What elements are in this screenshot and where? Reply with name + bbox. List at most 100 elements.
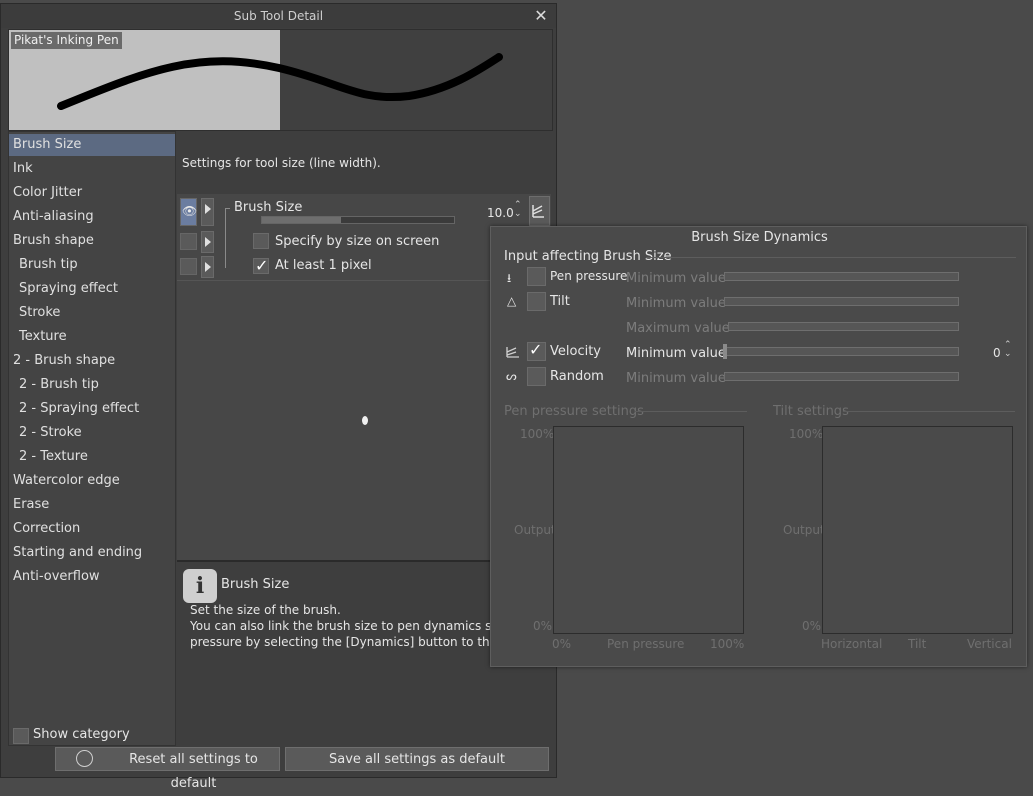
tilt-y-mid: Output: [783, 523, 825, 537]
category-item[interactable]: 2 - Spraying effect: [9, 398, 175, 420]
brush-size-spinner[interactable]: ⌃ ⌄: [514, 201, 522, 219]
window-title: Sub Tool Detail: [1, 4, 556, 28]
pen-settings-label: Pen pressure settings: [504, 404, 644, 419]
brush-size-label: Brush Size: [234, 200, 303, 215]
category-item[interactable]: Starting and ending: [9, 542, 175, 564]
category-item[interactable]: Ink: [9, 158, 175, 180]
pen-min-label: Minimum value: [626, 271, 726, 286]
tilt-min-label: Minimum value: [626, 296, 726, 311]
show-category-checkbox[interactable]: [13, 728, 29, 744]
pen-x-left: 0%: [552, 637, 572, 651]
tilt-label: Tilt: [550, 294, 570, 309]
tilt-checkbox[interactable]: [527, 292, 546, 311]
random-icon: ᔕ: [506, 369, 517, 383]
reset-all-button[interactable]: Reset all settings to default: [55, 747, 280, 791]
row-visibility-box[interactable]: [180, 233, 197, 250]
category-list: Brush Size Ink Color Jitter Anti-aliasing Br…: [8, 131, 176, 746]
tilt-settings-divider: [843, 411, 1015, 412]
tilt-max-label: Maximum value: [626, 321, 730, 336]
tilt-min-slider[interactable]: [724, 297, 959, 306]
close-icon[interactable]: ✕: [531, 7, 551, 25]
tilt-x-mid: Tilt: [908, 637, 927, 651]
random-min-slider[interactable]: [724, 372, 959, 381]
help-line-1: Set the size of the brush.: [190, 603, 341, 617]
help-line-2: You can also link the brush size to pen …: [190, 619, 499, 633]
dynamics-title: Brush Size Dynamics: [691, 230, 828, 245]
tilt-y-top: 100%: [789, 427, 824, 441]
category-item[interactable]: Watercolor edge: [9, 470, 175, 492]
category-item[interactable]: 2 - Texture: [9, 446, 175, 468]
category-item[interactable]: Correction: [9, 518, 175, 540]
velocity-min-slider[interactable]: [723, 344, 959, 359]
tilt-graph[interactable]: [822, 426, 1013, 634]
category-item[interactable]: Brush shape: [9, 230, 175, 252]
tilt-y-bot: 0%: [802, 619, 822, 633]
eye-icon[interactable]: 👁: [180, 198, 197, 226]
save-all-button[interactable]: Save all settings as default: [285, 747, 549, 771]
category-item[interactable]: Texture: [9, 326, 175, 348]
category-item[interactable]: Color Jitter: [9, 182, 175, 204]
pen-pressure-label: Pen pressure: [550, 269, 628, 283]
pen-min-slider[interactable]: [724, 272, 959, 281]
random-label: Random: [550, 369, 604, 384]
category-item[interactable]: Anti-overflow: [9, 566, 175, 588]
brush-size-slider[interactable]: [261, 216, 455, 224]
category-item[interactable]: Erase: [9, 494, 175, 516]
brush-size-dynamics-popup: Brush Size Dynamics Input affecting Brus…: [490, 226, 1027, 667]
velocity-checkbox[interactable]: [527, 340, 546, 361]
pen-y-mid: Output: [514, 523, 556, 537]
category-item[interactable]: 2 - Stroke: [9, 422, 175, 444]
sub-tool-detail-window: Sub Tool Detail ✕ Pikat's Inking Pen Bru…: [0, 3, 557, 791]
expand-at-least-button[interactable]: [201, 256, 214, 278]
pen-pressure-icon: ⭳: [507, 271, 512, 285]
show-category-label: Show category: [33, 727, 130, 742]
info-icon: i: [183, 569, 217, 603]
expand-specify-button[interactable]: [201, 231, 214, 253]
row-visibility-box[interactable]: [180, 258, 197, 275]
dynamics-icon: [532, 205, 544, 218]
tilt-x-left: Horizontal: [821, 637, 883, 651]
dynamics-button[interactable]: [529, 196, 550, 226]
expand-brush-size-button[interactable]: [201, 198, 214, 226]
brush-preview: Pikat's Inking Pen: [8, 29, 553, 131]
category-item[interactable]: Anti-aliasing: [9, 206, 175, 228]
specify-label: Specify by size on screen: [275, 234, 440, 249]
tilt-icon: △: [507, 294, 517, 308]
pen-pressure-graph[interactable]: [553, 426, 744, 634]
velocity-spinner[interactable]: ⌃ ⌄: [1004, 341, 1012, 359]
preview-tool-name: Pikat's Inking Pen: [11, 32, 122, 49]
tilt-settings-label: Tilt settings: [773, 404, 849, 419]
at-least-checkbox[interactable]: [253, 256, 269, 275]
at-least-label: At least 1 pixel: [275, 258, 372, 273]
reset-icon: [76, 750, 93, 767]
tilt-x-right: Vertical: [967, 637, 1012, 651]
pen-settings-divider: [635, 411, 747, 412]
specify-checkbox[interactable]: [253, 233, 269, 249]
tree-line-tick: [225, 208, 230, 209]
pen-y-top: 100%: [520, 427, 555, 441]
category-item[interactable]: Brush tip: [9, 254, 175, 276]
velocity-min-label: Minimum value: [626, 346, 726, 361]
velocity-label: Velocity: [550, 344, 601, 359]
pen-pressure-checkbox[interactable]: [527, 267, 546, 286]
random-min-label: Minimum value: [626, 371, 726, 386]
pen-x-mid: Pen pressure: [607, 637, 685, 651]
cursor: [362, 416, 368, 425]
random-checkbox[interactable]: [527, 367, 546, 386]
brush-size-value[interactable]: 10.0: [487, 206, 514, 220]
velocity-slider-handle[interactable]: [723, 344, 727, 359]
category-item[interactable]: 2 - Brush shape: [9, 350, 175, 372]
section-divider: [646, 257, 1016, 258]
pen-x-right: 100%: [710, 637, 745, 651]
pen-y-bot: 0%: [533, 619, 553, 633]
tilt-max-slider[interactable]: [728, 322, 959, 331]
settings-description: Settings for tool size (line width).: [182, 156, 381, 170]
category-item[interactable]: 2 - Brush tip: [9, 374, 175, 396]
category-item[interactable]: Stroke: [9, 302, 175, 324]
show-category-toggle[interactable]: Show category: [11, 727, 151, 745]
category-item[interactable]: Brush Size: [9, 134, 175, 156]
velocity-icon: [506, 347, 519, 358]
category-item[interactable]: Spraying effect: [9, 278, 175, 300]
velocity-value[interactable]: 0: [993, 346, 1001, 360]
help-title: Brush Size: [221, 577, 290, 592]
